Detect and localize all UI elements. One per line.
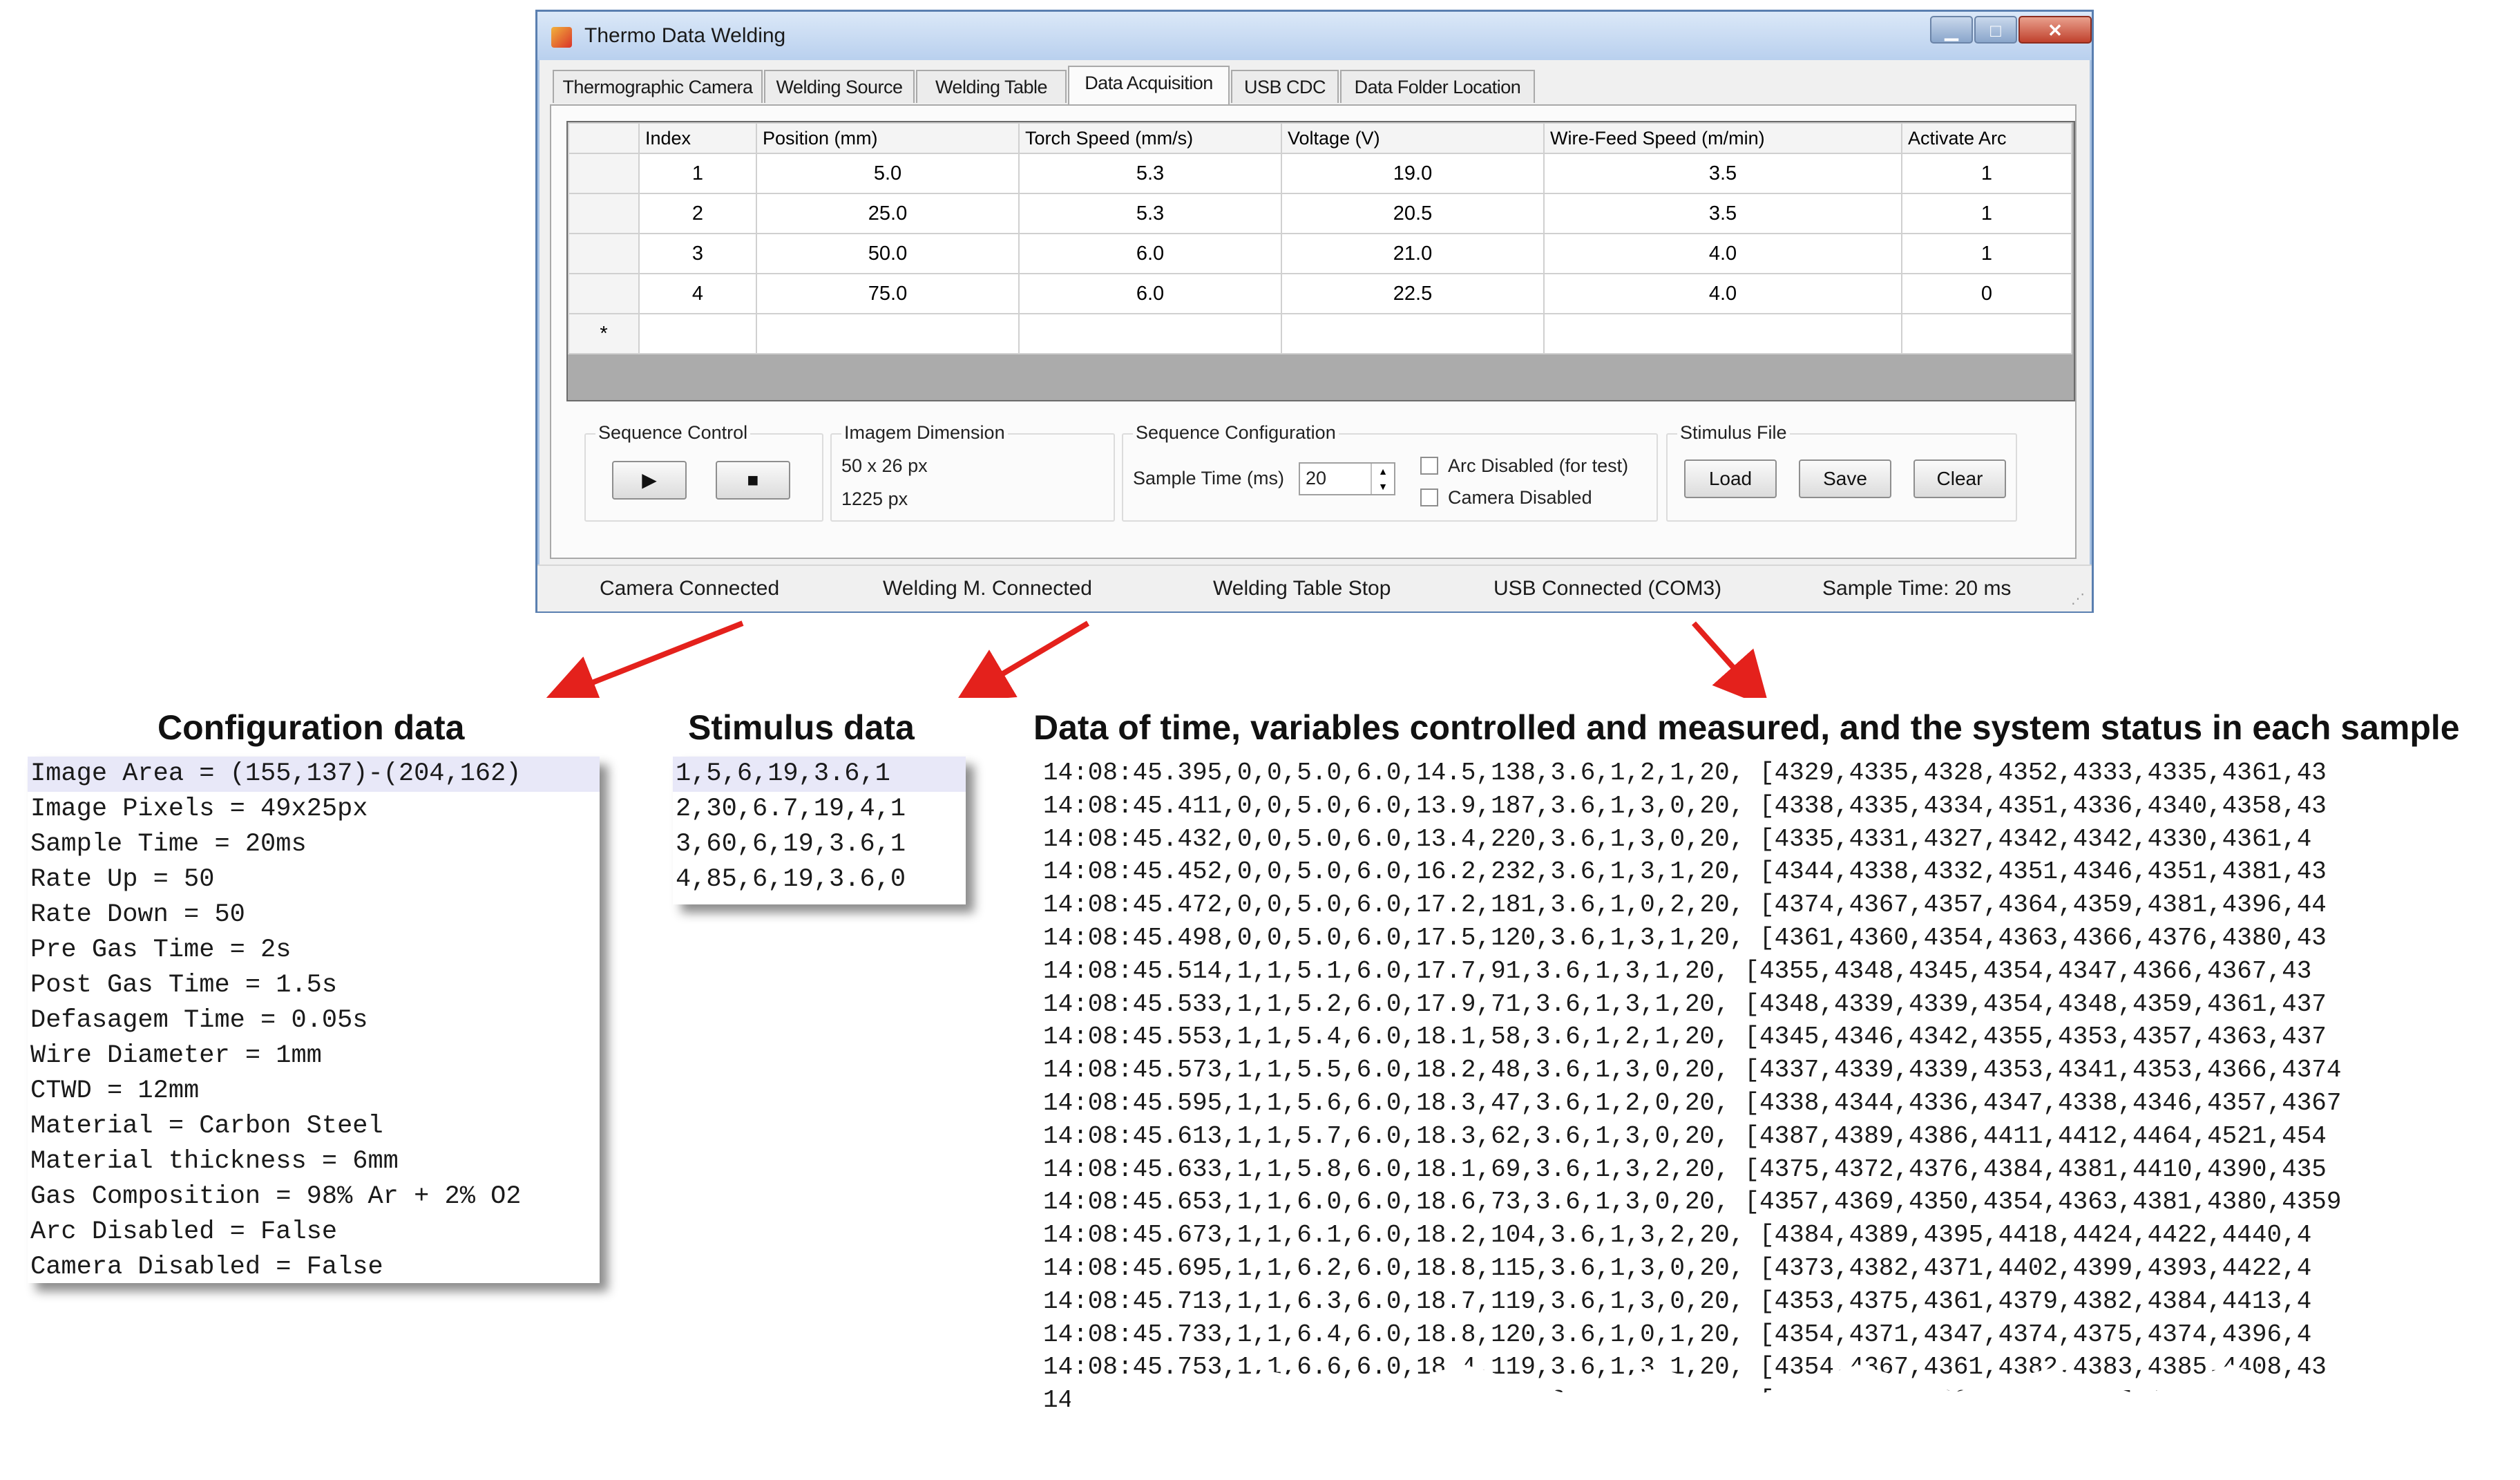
tear-edge bbox=[1050, 815, 2520, 1480]
torn-edge-overlay bbox=[1050, 815, 2520, 1480]
